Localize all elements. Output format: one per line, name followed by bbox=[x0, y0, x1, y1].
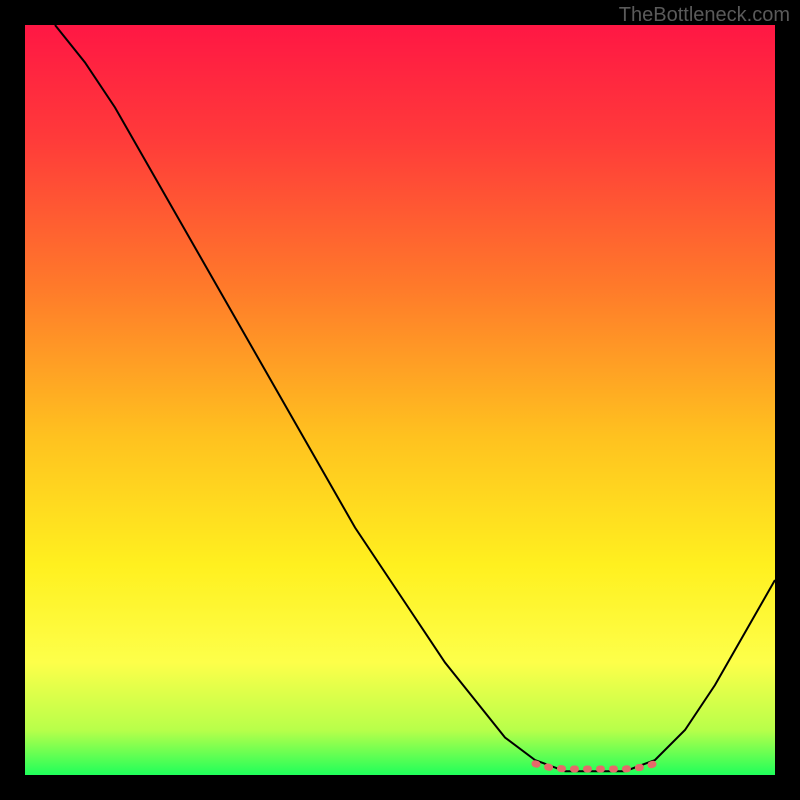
chart-svg bbox=[25, 25, 775, 775]
gradient-background bbox=[25, 25, 775, 775]
watermark-text: TheBottleneck.com bbox=[619, 4, 790, 27]
chart-area bbox=[25, 25, 775, 775]
